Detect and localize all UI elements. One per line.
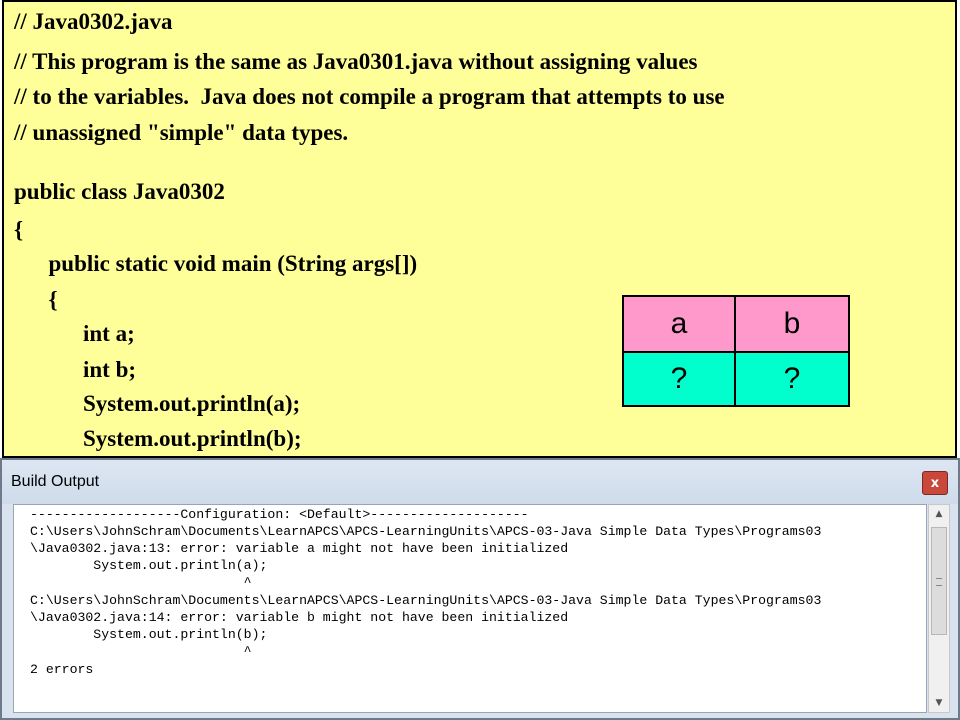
code-line: System.out.println(b); (14, 426, 302, 451)
scroll-up-icon[interactable]: ▲ (929, 505, 949, 523)
output-line: ^ (30, 575, 252, 590)
code-line: { (14, 287, 58, 312)
window-title: Build Output (11, 473, 100, 490)
variable-header-b: b (736, 297, 848, 351)
scroll-down-icon[interactable]: ▼ (929, 694, 949, 712)
scrollbar-thumb[interactable] (931, 527, 947, 635)
vertical-scrollbar[interactable]: ▲ ▼ (928, 504, 950, 713)
code-line: // Java0302.java (14, 9, 173, 34)
code-line: // This program is the same as Java0301.… (14, 49, 698, 74)
output-line: \Java0302.java:13: error: variable a mig… (30, 541, 569, 556)
close-icon: x (930, 475, 940, 491)
output-line: \Java0302.java:14: error: variable b mig… (30, 610, 569, 625)
code-line: int a; (14, 321, 135, 346)
output-line: ^ (30, 644, 252, 659)
code-line: System.out.println(a); (14, 391, 301, 416)
code-line: public class Java0302 (14, 179, 225, 204)
output-line: C:\Users\JohnSchram\Documents\LearnAPCS\… (30, 593, 822, 608)
variable-header-a: a (624, 297, 736, 351)
code-line: // to the variables. Java does not compi… (14, 84, 725, 109)
code-line: // unassigned "simple" data types. (14, 120, 349, 145)
title-bar: Build Output x (2, 460, 958, 504)
variable-value-a: ? (624, 351, 736, 405)
build-output-text[interactable]: -------------------Configuration: <Defau… (13, 504, 927, 713)
grip-icon (936, 578, 942, 586)
variable-value-b: ? (736, 351, 848, 405)
output-line: 2 errors (30, 662, 94, 677)
build-output-window: Build Output x -------------------Config… (0, 458, 960, 720)
output-line: C:\Users\JohnSchram\Documents\LearnAPCS\… (30, 524, 822, 539)
variable-table: a b ? ? (622, 295, 850, 407)
code-line: public static void main (String args[]) (14, 251, 418, 276)
close-button[interactable]: x (922, 471, 948, 495)
code-line: { (14, 217, 24, 242)
output-line: System.out.println(a); (30, 558, 268, 573)
code-line: int b; (14, 357, 137, 382)
output-line: -------------------Configuration: <Defau… (30, 507, 529, 522)
output-line: System.out.println(b); (30, 627, 268, 642)
